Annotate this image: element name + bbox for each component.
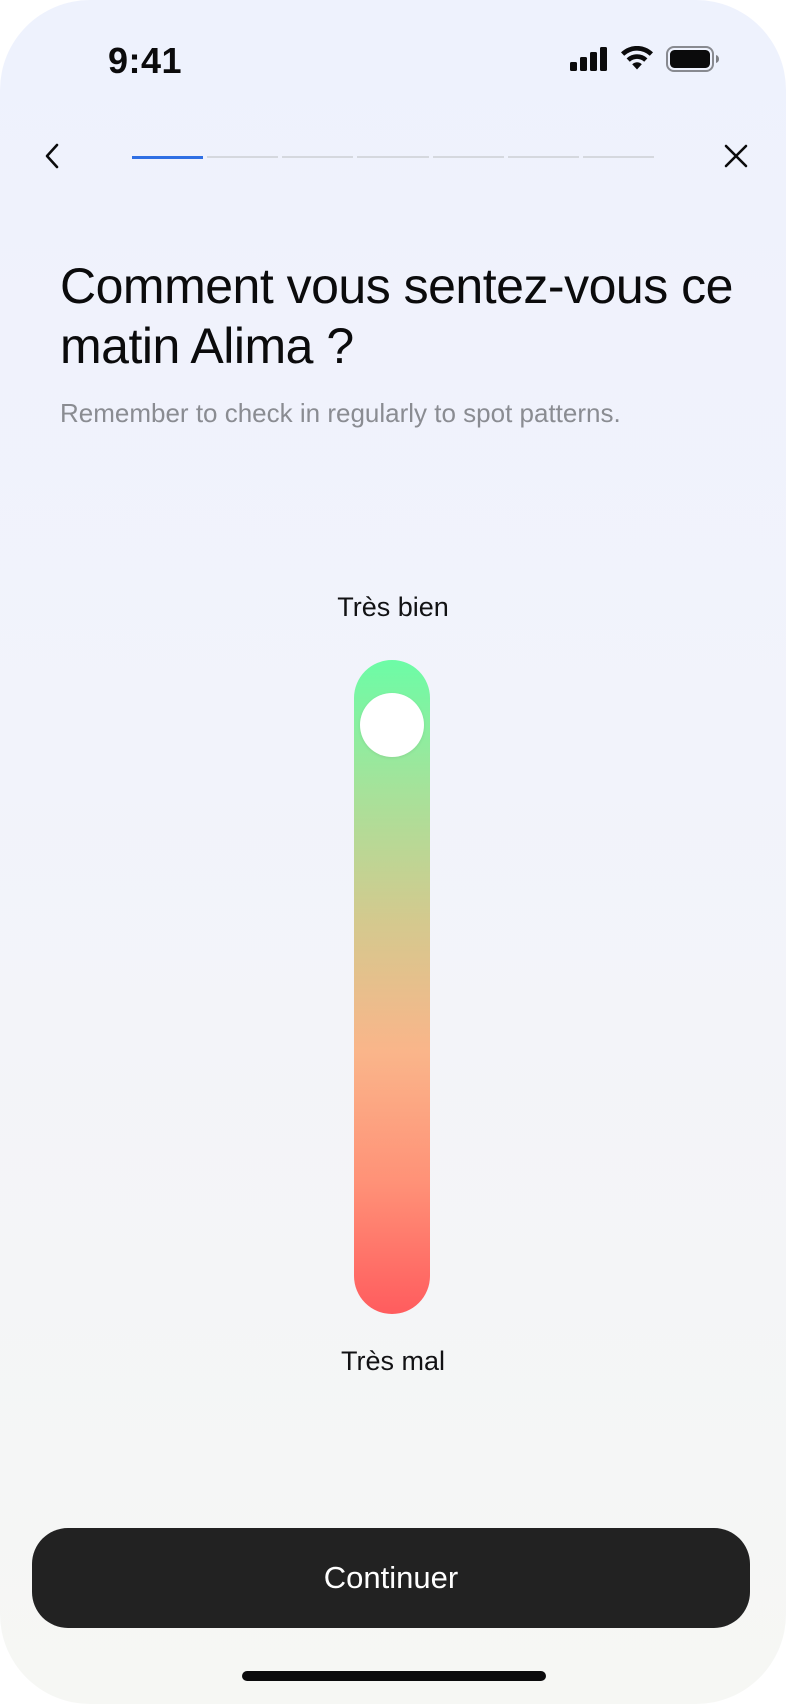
- cellular-signal-icon: [570, 47, 608, 76]
- close-button[interactable]: [710, 132, 762, 184]
- progress-step-6: [507, 156, 579, 158]
- progress-step-7: [582, 156, 654, 158]
- top-navigation: [0, 128, 786, 188]
- page-subtitle: Remember to check in regularly to spot p…: [60, 398, 621, 428]
- battery-icon: [666, 46, 720, 77]
- wifi-icon: [620, 45, 654, 77]
- continue-button[interactable]: Continuer: [32, 1528, 750, 1628]
- step-progress-bar: [132, 156, 654, 159]
- progress-step-1: [132, 156, 204, 159]
- mood-slider-track[interactable]: [354, 660, 430, 1314]
- progress-step-5: [432, 156, 504, 158]
- status-icons: [570, 45, 720, 77]
- home-indicator: [242, 1671, 546, 1681]
- progress-step-3: [282, 156, 354, 158]
- mood-label-bottom: Très mal: [340, 1346, 445, 1376]
- progress-step-4: [357, 156, 429, 158]
- progress-step-2: [207, 156, 279, 158]
- status-bar: 9:41: [0, 0, 786, 130]
- close-icon: [722, 142, 750, 175]
- back-button[interactable]: [30, 132, 74, 184]
- mood-check-in-screen: 9:41 Comment vous sentez-vous ce matin A…: [0, 0, 786, 1704]
- page-title: Comment vous sentez-vous ce matin Alima …: [60, 258, 733, 374]
- mood-label-top: Très bien: [337, 592, 449, 622]
- status-time: 9:41: [108, 40, 183, 81]
- chevron-left-icon: [42, 141, 62, 176]
- mood-slider-thumb[interactable]: [360, 693, 424, 757]
